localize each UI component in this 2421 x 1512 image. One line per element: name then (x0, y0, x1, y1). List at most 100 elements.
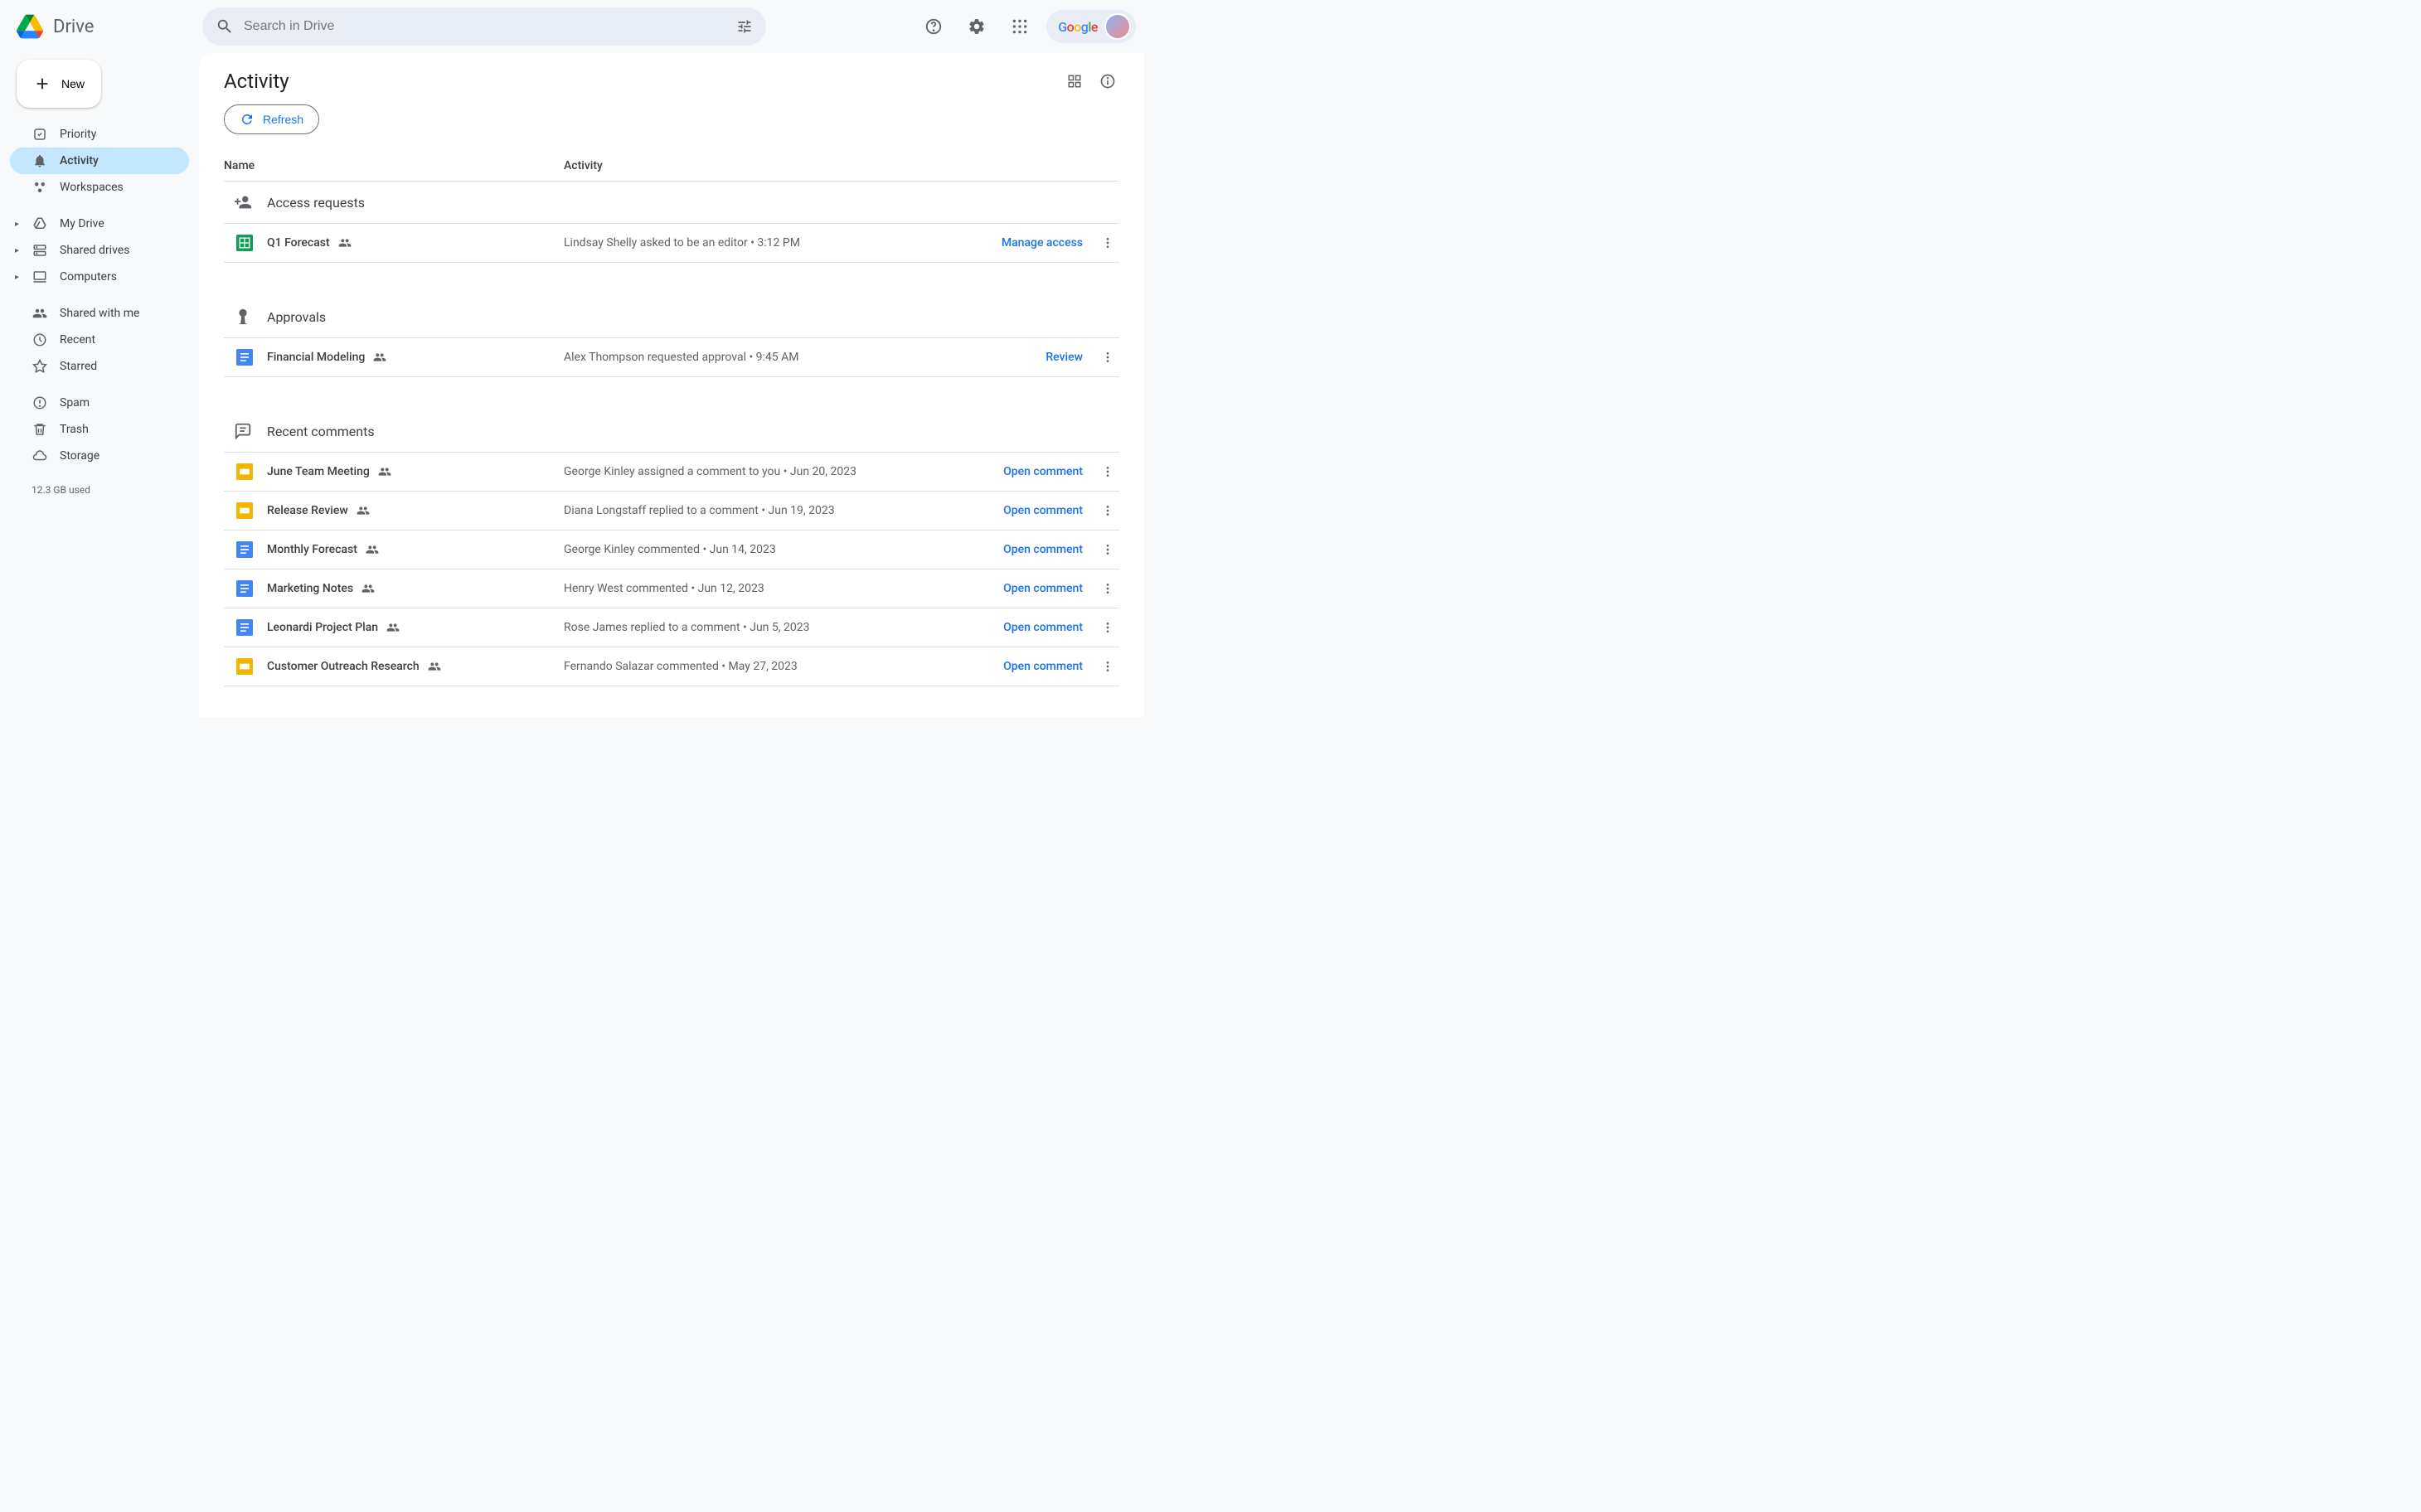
row-action-link[interactable]: Open comment (1003, 465, 1096, 478)
docs-file-icon (235, 348, 254, 366)
section-title: Access requests (267, 195, 365, 211)
new-button-label: New (61, 77, 85, 90)
file-name: Release Review (267, 504, 348, 517)
activity-row[interactable]: Release ReviewDiana Longstaff replied to… (224, 491, 1119, 530)
activity-text: George Kinley commented • Jun 14, 2023 (564, 543, 1003, 556)
shared-icon (386, 621, 400, 634)
sidebar-item-starred[interactable]: Starred (10, 353, 189, 380)
sidebar-item-label: Shared drives (60, 244, 129, 257)
storage-used-text: 12.3 GB used (10, 479, 189, 501)
sidebar: New PriorityActivityWorkspaces▸My Drive▸… (0, 53, 199, 717)
settings-icon[interactable] (960, 10, 993, 43)
app-name: Drive (53, 17, 94, 37)
new-button[interactable]: New (17, 60, 101, 108)
row-action-link[interactable]: Open comment (1003, 621, 1096, 634)
activity-row[interactable]: Financial ModelingAlex Thompson requeste… (224, 337, 1119, 377)
page-title: Activity (224, 70, 289, 93)
shared-icon (428, 660, 441, 673)
col-header-activity: Activity (564, 159, 603, 172)
sidebar-item-priority[interactable]: Priority (10, 121, 189, 148)
activity-row[interactable]: Leonardi Project PlanRose James replied … (224, 608, 1119, 647)
docs-file-icon (235, 618, 254, 637)
row-action-link[interactable]: Open comment (1003, 660, 1096, 673)
search-options-icon[interactable] (736, 18, 753, 35)
file-name: Leonardi Project Plan (267, 621, 378, 634)
sidebar-item-sharedwithme[interactable]: Shared with me (10, 300, 189, 327)
sidebar-item-label: Storage (60, 449, 99, 463)
expand-icon: ▸ (15, 273, 19, 282)
row-action-link[interactable]: Open comment (1003, 582, 1096, 595)
shared-icon (361, 582, 375, 595)
activity-row[interactable]: Marketing NotesHenry West commented • Ju… (224, 569, 1119, 608)
file-name: Q1 Forecast (267, 236, 330, 250)
account-chip[interactable]: Google (1046, 10, 1136, 43)
grid-view-icon[interactable] (1063, 70, 1086, 93)
priority-icon (32, 126, 48, 143)
search-bar[interactable] (202, 7, 766, 46)
more-options-icon[interactable] (1096, 660, 1119, 673)
activity-row[interactable]: Q1 ForecastLindsay Shelly asked to be an… (224, 223, 1119, 263)
sidebar-item-recent[interactable]: Recent (10, 327, 189, 353)
row-action-link[interactable]: Manage access (1002, 236, 1096, 250)
row-action-link[interactable]: Review (1046, 351, 1096, 364)
refresh-button-label: Refresh (263, 113, 303, 126)
mydrive-icon (32, 216, 48, 232)
shareddrives-icon (32, 242, 48, 259)
sidebar-item-computers[interactable]: ▸ Computers (10, 264, 189, 290)
sidebar-item-spam[interactable]: Spam (10, 390, 189, 416)
more-options-icon[interactable] (1096, 351, 1119, 364)
sidebar-item-shareddrives[interactable]: ▸Shared drives (10, 237, 189, 264)
header-right: Google (917, 10, 1136, 43)
apps-icon[interactable] (1003, 10, 1036, 43)
file-name: Marketing Notes (267, 582, 353, 595)
comments-icon (234, 422, 252, 440)
sheets-file-icon (235, 234, 254, 252)
sidebar-item-label: Spam (60, 396, 90, 410)
activity-row[interactable]: Customer Outreach ResearchFernando Salaz… (224, 647, 1119, 686)
search-icon (216, 17, 234, 36)
logo-area[interactable]: Drive (13, 10, 202, 43)
sharedwithme-icon (32, 305, 48, 322)
sidebar-item-label: Computers (60, 270, 117, 284)
sidebar-item-mydrive[interactable]: ▸My Drive (10, 211, 189, 237)
info-icon[interactable] (1096, 70, 1119, 93)
help-icon[interactable] (917, 10, 950, 43)
shared-icon (357, 504, 370, 517)
avatar[interactable] (1104, 13, 1131, 40)
sidebar-item-label: Activity (60, 154, 99, 167)
row-action-link[interactable]: Open comment (1003, 504, 1096, 517)
workspaces-icon (32, 179, 48, 196)
file-name: Financial Modeling (267, 351, 365, 364)
shared-icon (378, 465, 391, 478)
main-content: Activity Refresh Name Activity (199, 53, 1144, 717)
activity-row[interactable]: Monthly ForecastGeorge Kinley commented … (224, 530, 1119, 569)
sidebar-item-label: Recent (60, 333, 95, 346)
more-options-icon[interactable] (1096, 465, 1119, 478)
more-options-icon[interactable] (1096, 582, 1119, 595)
docs-file-icon (235, 540, 254, 559)
sidebar-item-storage[interactable]: Storage (10, 443, 189, 469)
expand-icon: ▸ (15, 220, 19, 229)
trash-icon (32, 421, 48, 438)
more-options-icon[interactable] (1096, 621, 1119, 634)
sidebar-item-trash[interactable]: Trash (10, 416, 189, 443)
row-action-link[interactable]: Open comment (1003, 543, 1096, 556)
sidebar-item-label: Starred (60, 360, 97, 373)
sidebar-item-activity[interactable]: Activity (10, 148, 189, 174)
sidebar-item-workspaces[interactable]: Workspaces (10, 174, 189, 201)
header: Drive Google (0, 0, 1149, 53)
plus-icon (33, 75, 51, 93)
search-input[interactable] (244, 19, 726, 34)
more-options-icon[interactable] (1096, 236, 1119, 250)
section-title: Recent comments (267, 424, 375, 439)
activity-icon (32, 153, 48, 169)
section-approvals: ApprovalsFinancial ModelingAlex Thompson… (224, 296, 1119, 377)
activity-row[interactable]: June Team MeetingGeorge Kinley assigned … (224, 452, 1119, 491)
slides-file-icon (235, 463, 254, 481)
more-options-icon[interactable] (1096, 543, 1119, 556)
refresh-icon (240, 112, 255, 127)
shared-icon (338, 236, 352, 250)
storage-icon (32, 448, 48, 464)
refresh-button[interactable]: Refresh (224, 104, 319, 134)
more-options-icon[interactable] (1096, 504, 1119, 517)
